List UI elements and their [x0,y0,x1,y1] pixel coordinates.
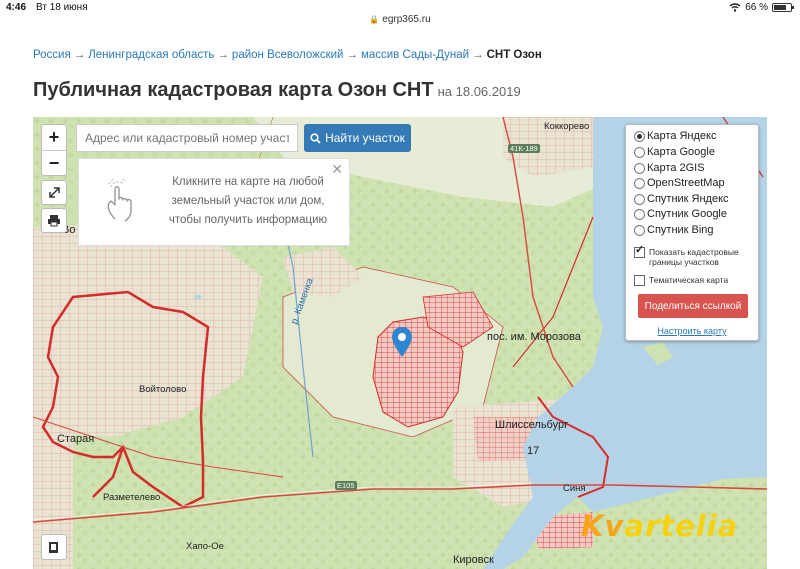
battery-icon [772,3,794,12]
map-label-morozova: пос. им. Морозова [487,331,581,343]
breadcrumb-separator: → [472,49,484,61]
map-road-badge: 41К-189 [508,144,540,153]
radio-icon [634,162,645,174]
map-label-17: 17 [527,445,540,457]
radio-icon [634,130,645,142]
search-input[interactable] [76,124,298,152]
layer-option-yandex-satellite[interactable]: Спутник Яндекс [634,193,729,205]
print-button[interactable] [41,208,67,233]
find-plot-label: Найти участок [325,131,405,145]
checkbox-icon [634,275,645,286]
configure-map-link[interactable]: Настроить карту [626,326,758,336]
checkbox-icon [634,245,645,258]
show-cadastral-borders-checkbox[interactable]: Показать кадастровые границы участков [634,245,754,267]
zoom-control: + − [41,124,67,176]
breadcrumb-link-country[interactable]: Россия [33,49,71,61]
hint-popup: Кликните на карте на любой земельный уча… [78,158,350,246]
expand-arrows-icon [48,187,60,198]
layer-option-bing-satellite[interactable]: Спутник Bing [634,224,714,236]
book-icon [49,541,58,553]
legend-button[interactable] [41,534,67,560]
status-time: 4:46 [6,2,27,13]
map-pin-icon[interactable] [392,327,412,357]
breadcrumb: Россия → Ленинградская область → район Всево… [33,49,542,61]
layer-option-yandex-map[interactable]: Карта Яндекс [634,130,716,142]
expand-button[interactable] [41,180,67,205]
wifi-icon [729,3,741,12]
breadcrumb-separator: → [217,49,229,61]
breadcrumb-link-district[interactable]: район Всеволожский [232,49,344,61]
radio-icon [634,224,645,236]
map-label-staraya: Старая [57,433,95,445]
address-bar[interactable]: 🔒 egrp365.ru [0,14,800,28]
screen: 4:46 Вт 18 июня 66 % 🔒 egrp365.ru Россия →… [0,0,800,569]
map-label-razmetelevo: Разметелево [103,492,161,503]
radio-icon [634,208,645,220]
breadcrumb-link-massif[interactable]: массив Сады-Дунай [361,49,469,61]
hint-text: Кликните на карте на любой земельный уча… [168,176,328,226]
radio-icon [634,146,645,158]
map-label-khapo-oe: Хапо-Ое [186,541,224,552]
breadcrumb-current: СНТ Озон [486,49,542,61]
map-label-voitolovo: Войтолово [139,384,187,395]
layer-switcher: Карта Яндекс Карта Google Карта 2GIS Ope… [625,124,759,341]
layer-option-osm[interactable]: OpenStreetMap [634,177,725,189]
layer-option-google-map[interactable]: Карта Google [634,146,715,158]
status-right: 66 % [729,2,794,13]
share-link-button[interactable]: Поделиться ссылкой [638,294,748,318]
thematic-map-checkbox[interactable]: Тематическая карта [634,275,728,286]
page-title-text: Публичная кадастровая карта Озон СНТ [33,79,434,101]
zoom-out-button[interactable]: − [42,150,66,175]
breadcrumb-separator: → [346,49,358,61]
close-icon[interactable]: ✕ [331,161,343,178]
radio-icon [634,193,645,205]
zoom-in-button[interactable]: + [42,125,66,150]
status-date: Вт 18 июня [36,2,88,13]
layer-option-google-satellite[interactable]: Спутник Google [634,208,727,220]
breadcrumb-link-region[interactable]: Ленинградская область [88,49,214,61]
cadastral-map[interactable]: Коккорево 41К-189 Во р. Каменка пос. им.… [33,117,767,569]
tap-hand-icon [107,179,132,222]
page-title: Публичная кадастровая карта Озон СНТ на 1… [33,79,521,102]
layer-option-2gis[interactable]: Карта 2GIS [634,162,705,174]
find-plot-button[interactable]: Найти участок [304,124,411,152]
map-label-shlisselburg: Шлиссельбург [495,419,569,431]
map-label-kokkorevo: Коккорево [544,121,590,132]
printer-icon [48,215,60,227]
map-label-sinyavino: Синя [563,483,586,494]
map-road-badge-e105: E105 [335,481,357,490]
radio-icon [634,177,645,189]
url-text: egrp365.ru [382,14,431,25]
map-label-kirovsk: Кировск [453,554,494,566]
battery-percent: 66 % [745,2,768,13]
page-date: на 18.06.2019 [437,84,521,99]
watermark-logo: Kvartelia [581,509,739,543]
breadcrumb-separator: → [73,49,86,61]
lock-icon: 🔒 [369,15,380,24]
search-icon [310,132,321,144]
